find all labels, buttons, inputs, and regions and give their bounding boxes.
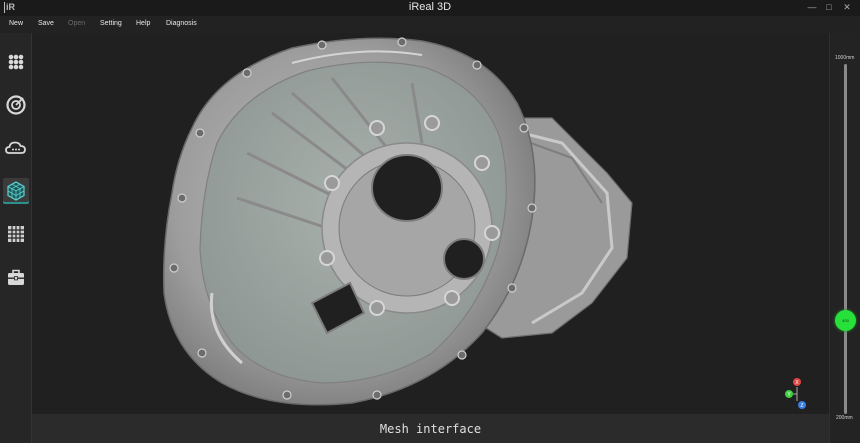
sidebar-item-texture[interactable] [3, 221, 29, 247]
window-title: iReal 3D [408, 1, 452, 13]
depth-slider-thumb[interactable]: 400 [835, 310, 856, 331]
grid-panel-icon [8, 226, 24, 242]
menu-open[interactable]: Open [68, 20, 85, 27]
grid-dots-icon [8, 54, 24, 70]
close-button[interactable]: ✕ [841, 2, 853, 13]
status-bar: Mesh interface [32, 414, 829, 443]
menu-help[interactable]: Help [136, 20, 150, 27]
sidebar-item-tools[interactable] [3, 264, 29, 290]
depth-slider-panel: 1000mm 400 200mm [829, 33, 860, 443]
title-bar: iR iReal 3D — □ ✕ [0, 0, 860, 16]
mesh-model-render[interactable] [32, 33, 829, 414]
menu-bar: New Save Open Setting Help Diagnosis [0, 16, 860, 33]
sidebar-item-project[interactable] [3, 49, 29, 75]
menu-new[interactable]: New [9, 20, 23, 27]
menu-diagnosis[interactable]: Diagnosis [166, 20, 197, 27]
mesh-viewport[interactable]: X Y Z [32, 33, 829, 414]
maximize-button[interactable]: □ [823, 2, 835, 13]
sidebar-item-point-cloud[interactable] [3, 135, 29, 161]
sidebar-item-scan[interactable] [3, 92, 29, 118]
axis-z-label: Z [800, 403, 803, 409]
cloud-icon [5, 141, 26, 154]
sidebar-item-mesh[interactable] [3, 178, 29, 204]
slider-min-label: 200mm [836, 415, 853, 421]
left-toolbar [0, 33, 32, 443]
toolbox-icon [8, 269, 24, 285]
menu-setting[interactable]: Setting [100, 20, 122, 27]
status-text: Mesh interface [379, 422, 482, 436]
scan-target-icon [6, 95, 26, 115]
mesh-cube-icon [7, 181, 25, 201]
depth-slider-track[interactable] [844, 64, 847, 414]
axis-gizmo: X Y Z [785, 378, 806, 409]
minimize-button[interactable]: — [806, 2, 818, 13]
slider-max-label: 1000mm [835, 55, 855, 61]
menu-save[interactable]: Save [38, 20, 54, 27]
